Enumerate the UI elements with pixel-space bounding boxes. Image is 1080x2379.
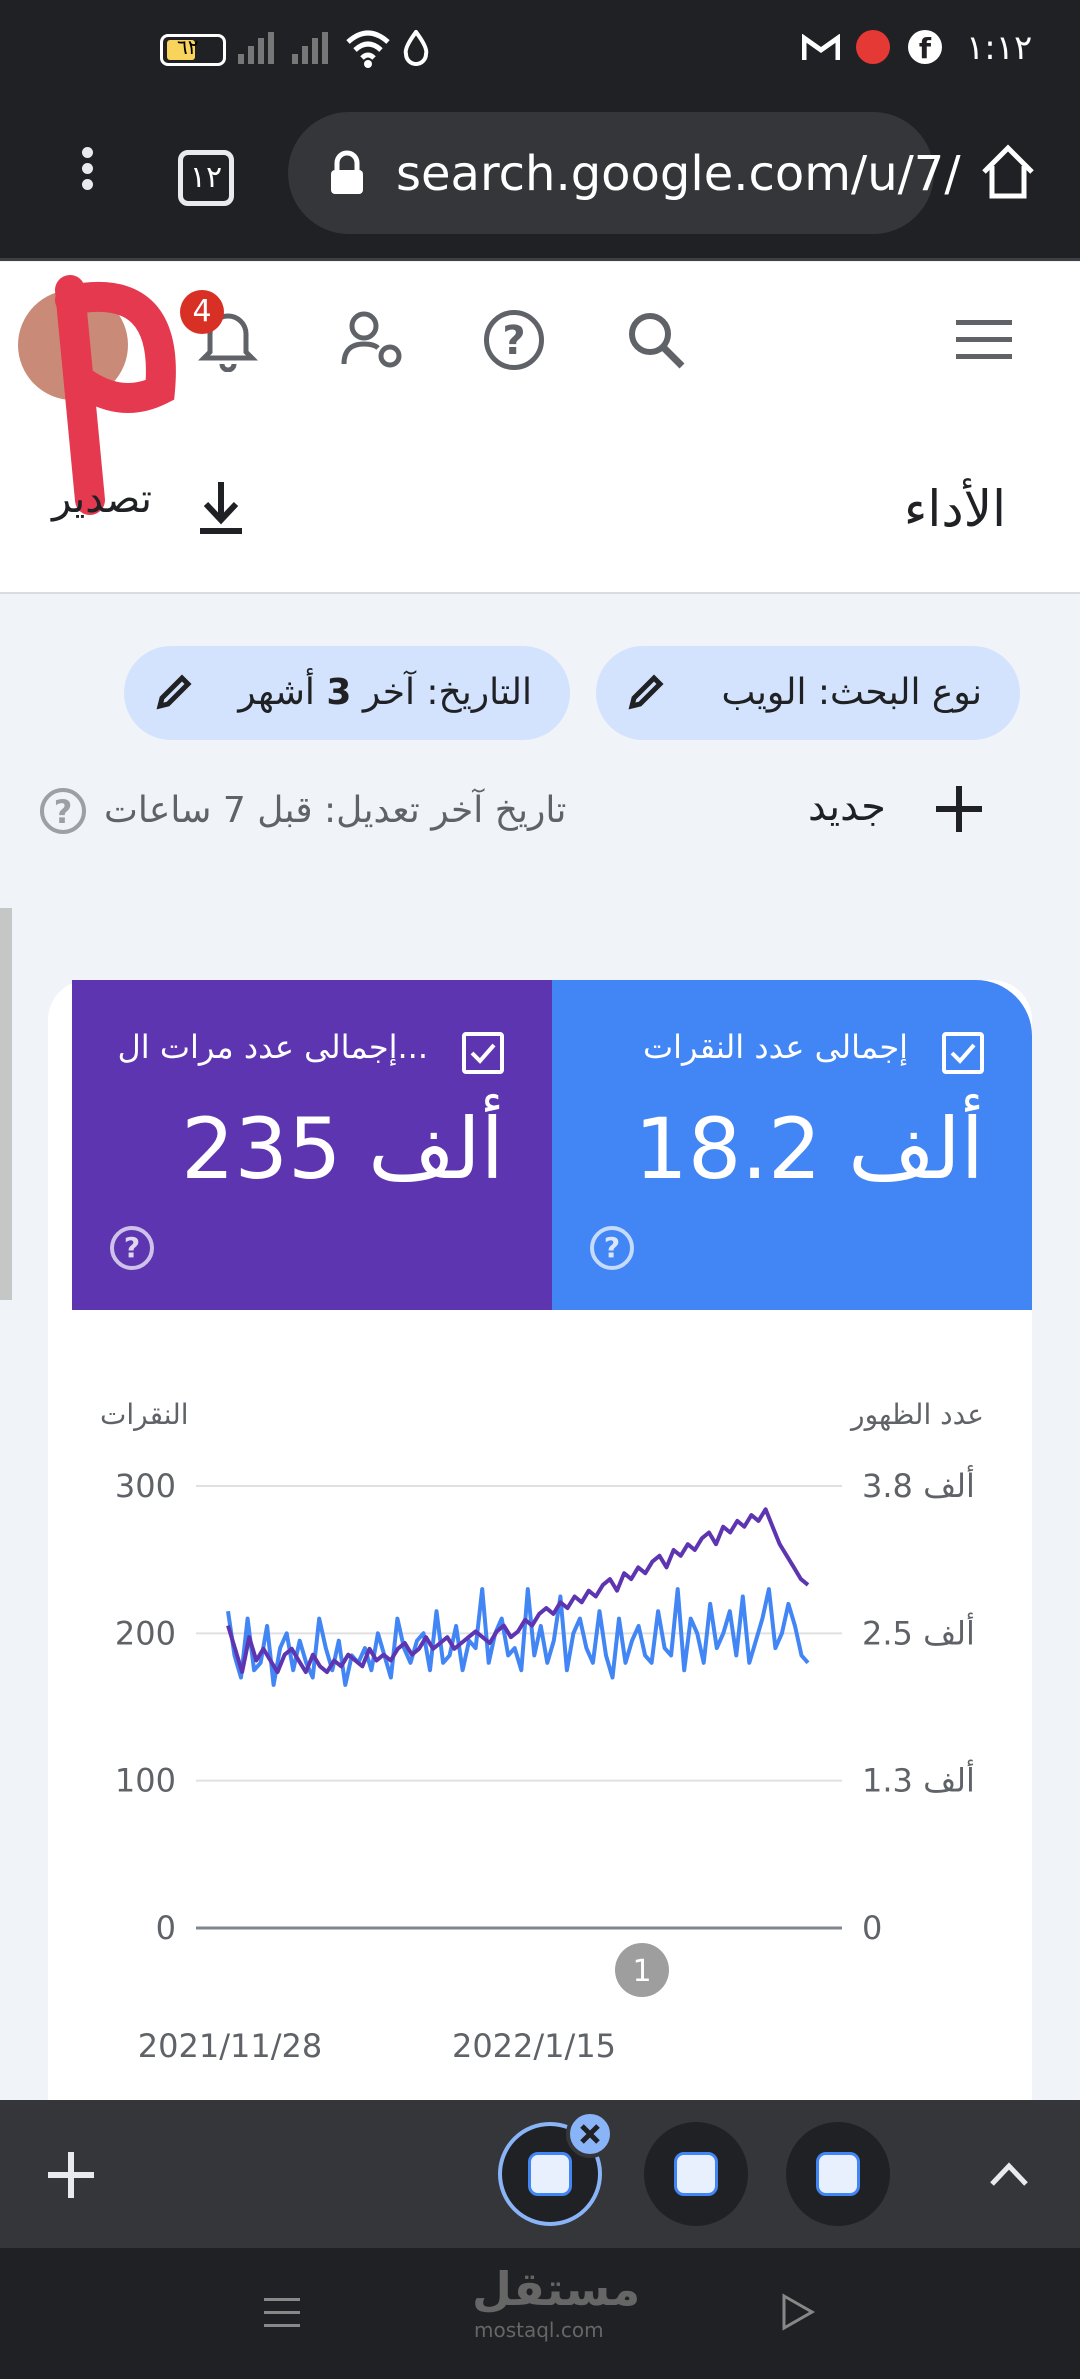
right-axis-label: عدد الظهور: [849, 1398, 984, 1431]
clicks-metric-value: 18.2 ألف: [634, 1100, 984, 1198]
help-icon[interactable]: ?: [484, 310, 544, 370]
search-console-favicon: [528, 2152, 572, 2196]
help-icon[interactable]: ?: [40, 788, 86, 834]
battery-icon: ٦٢: [160, 34, 226, 66]
left-tick-label: 0: [156, 1909, 176, 1947]
tab-switcher-button[interactable]: ١٢: [178, 150, 234, 206]
date-range-label: التاريخ: آخر 3 أشهر: [238, 672, 532, 713]
tab-thumbnail[interactable]: [644, 2122, 748, 2226]
right-tick-label: 3.8 ألف: [862, 1465, 975, 1505]
left-tick-label: 300: [115, 1467, 176, 1505]
signal-icon: [234, 32, 278, 66]
x-tick-label: 2021/11/28: [138, 2027, 322, 2065]
new-comparison-button[interactable]: جديد: [808, 784, 886, 830]
signal-icon: [288, 32, 332, 66]
annotation-label: 1: [632, 1954, 651, 1989]
clicks-checkbox[interactable]: [942, 1032, 984, 1074]
help-icon[interactable]: ?: [590, 1226, 634, 1270]
date-range-chip[interactable]: التاريخ: آخر 3 أشهر: [124, 646, 570, 740]
last-updated-text: تاريخ آخر تعديل: قبل 7 ساعات: [104, 790, 567, 831]
menu-icon[interactable]: [956, 318, 1012, 362]
close-tab-icon[interactable]: [566, 2110, 614, 2158]
download-icon[interactable]: [196, 480, 246, 538]
back-icon[interactable]: [778, 2292, 818, 2332]
impressions-checkbox[interactable]: [462, 1032, 504, 1074]
status-time: ١:١٢: [966, 28, 1033, 68]
right-tick-label: 1.3 ألف: [862, 1760, 975, 1800]
edit-pencil-icon: [156, 674, 192, 710]
data-saver-icon: [402, 28, 430, 66]
recent-apps-icon[interactable]: [264, 2294, 300, 2330]
impressions-metric-label: إجمالى عدد مرات ال...: [117, 1028, 428, 1066]
chevron-up-icon[interactable]: [988, 2158, 1030, 2188]
new-tab-icon[interactable]: [48, 2152, 94, 2198]
battery-level: ٦٢: [177, 35, 199, 59]
x-tick-label: 2022/1/15: [452, 2027, 616, 2065]
left-tick-label: 200: [115, 1614, 176, 1652]
left-tick-label: 100: [115, 1762, 176, 1800]
facebook-icon: f: [908, 30, 942, 65]
notification-badge: 4: [180, 290, 224, 334]
search-console-favicon: [816, 2152, 860, 2196]
home-icon[interactable]: [978, 142, 1038, 202]
clicks-metric-tile[interactable]: إجمالى عدد النقرات 18.2 ألف ?: [552, 980, 1032, 1310]
scrollbar[interactable]: [0, 908, 12, 1300]
user-settings-icon[interactable]: [340, 310, 406, 370]
search-type-label: نوع البحث: الويب: [721, 672, 982, 713]
lock-icon: [328, 150, 366, 196]
wifi-icon: [346, 28, 390, 68]
help-icon[interactable]: ?: [110, 1226, 154, 1270]
search-type-chip[interactable]: نوع البحث: الويب: [596, 646, 1020, 740]
export-button[interactable]: تصدير: [52, 476, 152, 522]
gmail-icon: [801, 33, 841, 62]
right-tick-label: 2.5 ألف: [862, 1612, 975, 1652]
page-title: الأداء: [903, 480, 1006, 538]
search-icon[interactable]: [626, 310, 686, 370]
watermark-url: mostaql.com: [474, 2318, 604, 2342]
app-notification-icon: [856, 30, 890, 64]
edit-pencil-icon: [628, 674, 664, 710]
impressions-metric-value: 235 ألف: [181, 1100, 504, 1198]
right-tick-label: 0: [862, 1909, 882, 1947]
more-options-icon[interactable]: [72, 142, 102, 202]
performance-chart: النقرات عدد الظهور300 3.8 ألف200 2.5 ألف100…: [100, 1398, 984, 2065]
impressions-metric-tile[interactable]: إجمالى عدد مرات ال... 235 ألف ?: [72, 980, 552, 1310]
status-bar: ٦٢ f ١:١٢: [0, 0, 1080, 100]
tab-thumbnail[interactable]: [786, 2122, 890, 2226]
watermark-logo: مستقل: [472, 2262, 641, 2316]
search-console-favicon: [674, 2152, 718, 2196]
add-icon[interactable]: [936, 786, 982, 832]
clicks-metric-label: إجمالى عدد النقرات: [643, 1028, 908, 1066]
left-axis-label: النقرات: [100, 1398, 189, 1431]
clicks-series-line: [226, 1587, 810, 1687]
url-text[interactable]: search.google.com/u/7/: [396, 146, 961, 202]
